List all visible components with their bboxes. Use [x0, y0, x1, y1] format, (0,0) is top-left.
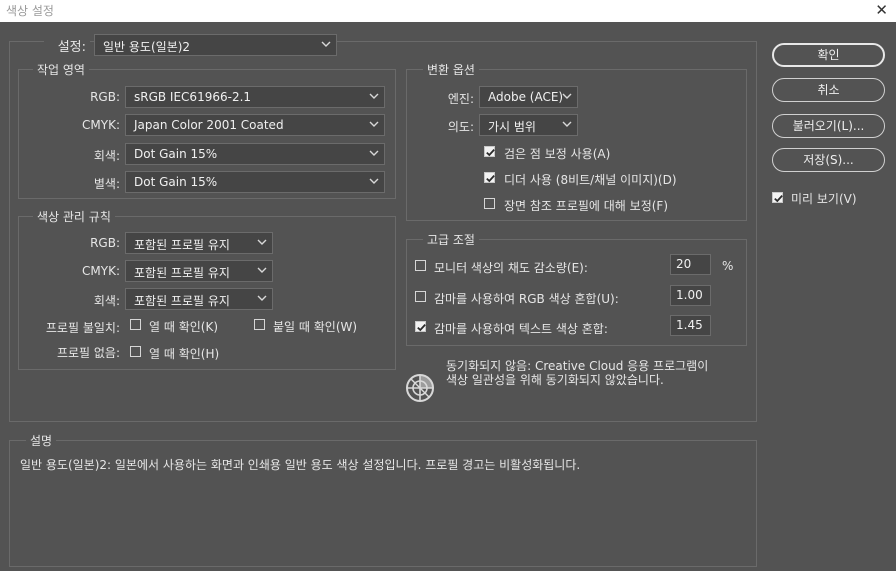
ws-rgb-label: RGB:	[90, 90, 120, 104]
cm-cmyk-value: 포함된 프로필 유지	[134, 266, 230, 280]
window-title: 색상 설정	[6, 4, 54, 18]
ws-gray-label: 회색:	[93, 149, 120, 163]
scene-ref-label[interactable]: 장면 참조 프로필에 대해 보정(F)	[504, 197, 668, 214]
blend-rgb-label[interactable]: 감마를 사용하여 RGB 색상 혼합(U):	[434, 290, 619, 307]
chevron-down-icon	[368, 118, 380, 130]
desaturate-value: 20	[676, 257, 692, 271]
chevron-down-icon	[561, 118, 573, 130]
ws-gray-value: Dot Gain 15%	[134, 147, 218, 161]
chevron-down-icon	[256, 236, 268, 248]
blend-text-checkbox[interactable]	[415, 321, 426, 332]
cm-rgb-label: RGB:	[90, 236, 120, 250]
profile-missing-label: 프로필 없음:	[56, 346, 120, 360]
missing-ask-open-label[interactable]: 열 때 확인(H)	[149, 345, 219, 362]
cm-gray-value: 포함된 프로필 유지	[134, 294, 230, 308]
blend-rgb-value: 1.00	[676, 288, 703, 302]
cm-gray-label: 회색:	[93, 294, 120, 308]
ws-cmyk-label: CMYK:	[82, 118, 120, 132]
cm-cmyk-dropdown[interactable]: 포함된 프로필 유지	[125, 260, 273, 282]
settings-label: 설정:	[44, 36, 90, 55]
ws-cmyk-dropdown[interactable]: Japan Color 2001 Coated	[125, 114, 385, 136]
description-title: 설명	[26, 432, 57, 449]
chevron-down-icon	[320, 38, 332, 50]
title-bar: 색상 설정 ✕	[0, 0, 896, 22]
chevron-down-icon	[368, 147, 380, 159]
description-text: 일반 용도(일본)2: 일본에서 사용하는 화면과 인쇄용 일반 용도 색상 설…	[20, 458, 581, 472]
close-icon[interactable]: ✕	[875, 1, 888, 19]
cm-rgb-dropdown[interactable]: 포함된 프로필 유지	[125, 232, 273, 254]
settings-dropdown[interactable]: 일반 용도(일본)2	[94, 34, 337, 56]
sync-status-line2: 색상 일관성을 위해 동기화되지 않았습니다.	[446, 373, 664, 387]
advanced-controls-title: 고급 조절	[423, 231, 479, 248]
dither-label[interactable]: 디더 사용 (8비트/채널 이미지)(D)	[504, 171, 677, 188]
cancel-button[interactable]: 취소	[772, 78, 885, 102]
ws-spot-label: 별색:	[93, 177, 120, 191]
preview-checkbox[interactable]	[772, 192, 783, 203]
chevron-down-icon	[368, 175, 380, 187]
working-spaces-title: 작업 영역	[33, 61, 89, 78]
engine-dropdown[interactable]: Adobe (ACE)	[479, 86, 578, 108]
blend-text-value: 1.45	[676, 318, 703, 332]
ask-open-checkbox[interactable]	[130, 319, 141, 330]
desaturate-checkbox[interactable]	[415, 260, 426, 271]
chevron-down-icon	[368, 90, 380, 102]
desaturate-input[interactable]: 20	[670, 254, 711, 275]
load-button[interactable]: 불러오기(L)...	[772, 114, 885, 138]
ws-spot-dropdown[interactable]: Dot Gain 15%	[125, 171, 385, 193]
conversion-options-title: 변환 옵션	[423, 61, 479, 78]
sync-status-icon	[404, 372, 436, 404]
desaturate-unit: %	[722, 259, 734, 273]
black-point-checkbox[interactable]	[484, 146, 495, 157]
color-management-title: 색상 관리 규칙	[33, 208, 115, 225]
ws-spot-value: Dot Gain 15%	[134, 175, 218, 189]
intent-label: 의도:	[447, 120, 474, 134]
ws-rgb-value: sRGB IEC61966-2.1	[134, 90, 252, 104]
blend-text-label[interactable]: 감마를 사용하여 텍스트 색상 혼합:	[434, 320, 608, 337]
engine-value: Adobe (ACE)	[488, 90, 564, 104]
profile-mismatch-label: 프로필 불일치:	[45, 321, 120, 335]
ok-button[interactable]: 확인	[772, 43, 885, 67]
cm-rgb-value: 포함된 프로필 유지	[134, 238, 230, 252]
settings-value: 일반 용도(일본)2	[103, 40, 191, 54]
blend-rgb-checkbox[interactable]	[415, 291, 426, 302]
missing-ask-open-checkbox[interactable]	[130, 346, 141, 357]
chevron-down-icon	[256, 292, 268, 304]
ws-rgb-dropdown[interactable]: sRGB IEC61966-2.1	[125, 86, 385, 108]
intent-dropdown[interactable]: 가시 범위	[479, 114, 578, 136]
blend-text-input[interactable]: 1.45	[670, 315, 711, 336]
save-button[interactable]: 저장(S)...	[772, 148, 885, 172]
dither-checkbox[interactable]	[484, 172, 495, 183]
intent-value: 가시 범위	[488, 120, 536, 134]
preview-label[interactable]: 미리 보기(V)	[791, 190, 857, 207]
engine-label: 엔진:	[447, 92, 474, 106]
scene-ref-checkbox[interactable]	[484, 198, 495, 209]
chevron-down-icon	[561, 90, 573, 102]
desaturate-label[interactable]: 모니터 색상의 채도 감소량(E):	[434, 259, 588, 276]
cm-cmyk-label: CMYK:	[82, 264, 120, 278]
cm-gray-dropdown[interactable]: 포함된 프로필 유지	[125, 288, 273, 310]
ask-paste-label[interactable]: 붙일 때 확인(W)	[273, 318, 357, 335]
chevron-down-icon	[256, 264, 268, 276]
blend-rgb-input[interactable]: 1.00	[670, 285, 711, 306]
ask-open-label[interactable]: 열 때 확인(K)	[149, 318, 218, 335]
ws-gray-dropdown[interactable]: Dot Gain 15%	[125, 143, 385, 165]
ws-cmyk-value: Japan Color 2001 Coated	[134, 118, 284, 132]
black-point-label[interactable]: 검은 점 보정 사용(A)	[504, 145, 610, 162]
ask-paste-checkbox[interactable]	[254, 319, 265, 330]
